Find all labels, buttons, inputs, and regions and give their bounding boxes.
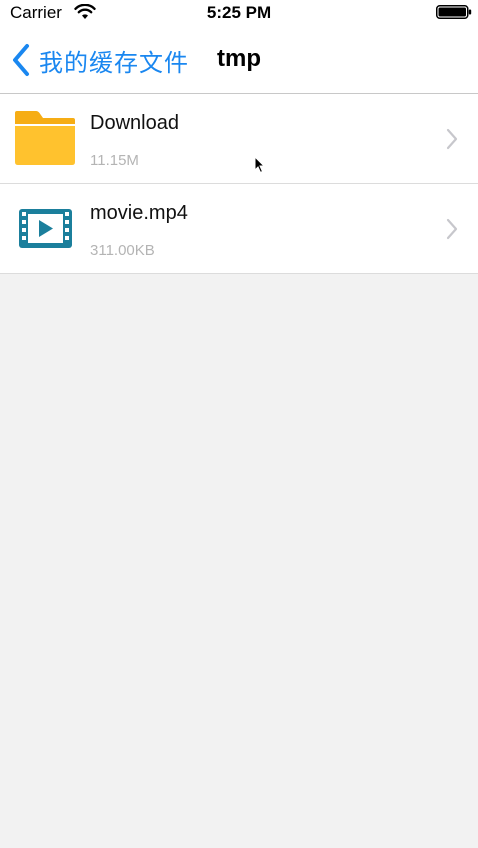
status-time: 5:25 PM: [206, 3, 272, 22]
back-button-label: 我的缓存文件: [39, 49, 189, 77]
list-item-movie[interactable]: movie.mp4 311.00KB: [0, 184, 478, 274]
file-size: 311.00KB: [90, 242, 155, 259]
battery-icon: [436, 5, 472, 19]
page-title: tmp: [217, 45, 261, 72]
file-list: Download 11.15M movie.mp4 311.00KB: [0, 94, 478, 274]
navigation-bar: 我的缓存文件 tmp: [0, 26, 478, 94]
chevron-left-icon: [13, 44, 29, 76]
folder-icon: [15, 111, 75, 165]
status-bar: Carrier 5:25 PM: [0, 0, 478, 26]
back-button[interactable]: 我的缓存文件: [10, 42, 189, 78]
video-file-icon: [19, 209, 72, 248]
chevron-right-icon: [446, 128, 458, 150]
list-item-download[interactable]: Download 11.15M: [0, 94, 478, 184]
mouse-cursor-icon: [254, 156, 266, 174]
file-name: movie.mp4: [90, 202, 188, 224]
file-name: Download: [90, 112, 179, 134]
file-size: 11.15M: [90, 152, 139, 169]
chevron-right-icon: [446, 218, 458, 240]
